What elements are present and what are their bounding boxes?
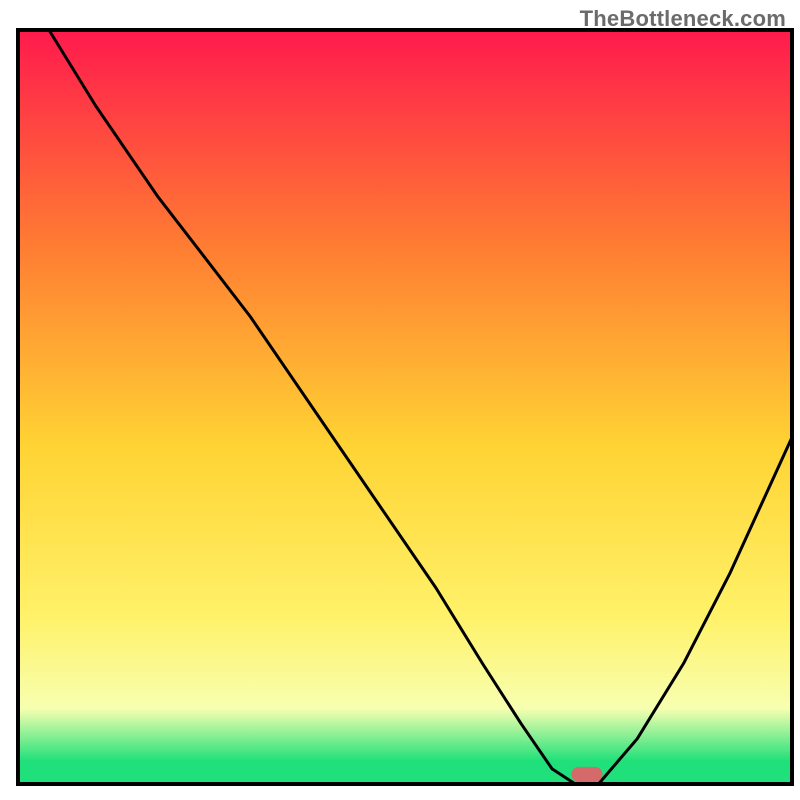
watermark-label: TheBottleneck.com [580, 6, 786, 32]
chart-svg [0, 0, 800, 800]
sweet-spot-marker [571, 767, 602, 782]
chart-container: TheBottleneck.com [0, 0, 800, 800]
chart-gradient-background [18, 30, 792, 784]
